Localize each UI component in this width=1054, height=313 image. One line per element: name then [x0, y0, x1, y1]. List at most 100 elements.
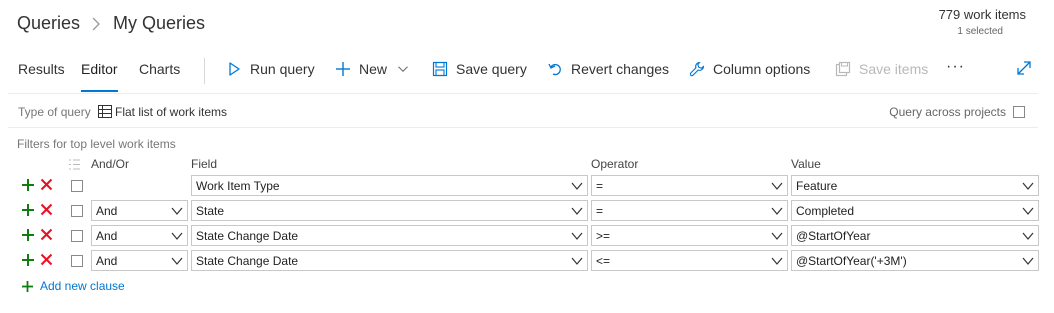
- flat-list-icon[interactable]: [98, 105, 112, 118]
- field-column-header: Field: [191, 157, 218, 171]
- clause-checkbox[interactable]: [71, 230, 83, 242]
- value-value: Feature: [796, 179, 838, 193]
- expand-icon[interactable]: [1016, 60, 1032, 76]
- andor-dropdown[interactable]: And: [91, 250, 188, 271]
- field-value: State Change Date: [196, 254, 299, 268]
- play-icon: [229, 62, 240, 76]
- plus-icon: [336, 62, 350, 76]
- clause-checkbox[interactable]: [71, 205, 83, 217]
- plus-icon: [22, 280, 33, 292]
- more-options-button[interactable]: ···: [946, 58, 965, 76]
- query-type-dropdown[interactable]: Flat list of work items: [115, 105, 227, 119]
- value-value: Completed: [796, 204, 855, 218]
- save-icon: [432, 61, 448, 77]
- operator-value: >=: [596, 229, 611, 243]
- undo-icon: [548, 63, 561, 76]
- chevron-down-icon: [1022, 182, 1034, 190]
- value-dropdown[interactable]: @StartOfYear: [791, 225, 1039, 246]
- work-item-count: 779 work items: [938, 7, 1026, 22]
- field-dropdown[interactable]: State Change Date: [191, 250, 588, 271]
- run-query-button[interactable]: Run query: [226, 61, 315, 77]
- clause-row: And State = Completed: [0, 200, 1054, 222]
- value-column-header: Value: [791, 157, 821, 171]
- chevron-down-icon: [571, 207, 583, 215]
- tab-results[interactable]: Results: [18, 61, 65, 91]
- add-new-clause-button[interactable]: Add new clause: [21, 279, 125, 293]
- andor-value: And: [96, 204, 118, 218]
- chevron-down-icon: [771, 257, 783, 265]
- operator-value: =: [596, 179, 604, 193]
- filters-label: Filters for top level work items: [17, 137, 176, 151]
- field-value: State: [196, 204, 225, 218]
- save-items-label: Save items: [859, 61, 929, 77]
- andor-dropdown[interactable]: And: [91, 225, 188, 246]
- delete-clause-icon[interactable]: [40, 203, 53, 216]
- field-value: State Change Date: [196, 229, 299, 243]
- chevron-down-icon: [171, 232, 183, 240]
- delete-clause-icon[interactable]: [40, 228, 53, 241]
- column-options-button[interactable]: Column options: [689, 61, 810, 77]
- value-value: @StartOfYear('+3M'): [796, 254, 907, 268]
- column-options-label: Column options: [713, 61, 811, 77]
- clause-checkbox[interactable]: [71, 255, 83, 267]
- value-dropdown[interactable]: Completed: [791, 200, 1039, 221]
- page-title[interactable]: My Queries: [113, 13, 205, 34]
- new-button[interactable]: New: [335, 61, 411, 77]
- chevron-down-icon: [571, 232, 583, 240]
- operator-dropdown[interactable]: =: [591, 175, 788, 196]
- value-value: @StartOfYear: [796, 229, 871, 243]
- field-dropdown[interactable]: State Change Date: [191, 225, 588, 246]
- toolbar-separator: [8, 93, 1038, 94]
- value-dropdown[interactable]: Feature: [791, 175, 1039, 196]
- operator-dropdown[interactable]: >=: [591, 225, 788, 246]
- tab-charts[interactable]: Charts: [139, 61, 180, 91]
- save-items-button[interactable]: Save items: [835, 61, 928, 77]
- revert-changes-button[interactable]: Revert changes: [547, 61, 669, 77]
- wrench-icon: [689, 61, 705, 77]
- chevron-down-icon: [171, 207, 183, 215]
- field-dropdown[interactable]: Work Item Type: [191, 175, 588, 196]
- field-value: Work Item Type: [196, 179, 280, 193]
- add-clause-row-icon[interactable]: [21, 228, 35, 242]
- chevron-down-icon: [771, 207, 783, 215]
- andor-value: And: [96, 229, 118, 243]
- operator-value: =: [596, 204, 604, 218]
- query-type-separator: [8, 127, 1038, 128]
- andor-value: And: [96, 254, 118, 268]
- andor-column-header: And/Or: [91, 157, 130, 171]
- query-type-label: Type of query: [18, 105, 91, 119]
- add-clause-row-icon[interactable]: [21, 203, 35, 217]
- selected-count: 1 selected: [957, 26, 1003, 37]
- save-query-label: Save query: [456, 61, 527, 77]
- operator-dropdown[interactable]: =: [591, 200, 788, 221]
- chevron-down-icon: [571, 182, 583, 190]
- clause-row: And State Change Date <= @StartOfYear('+…: [0, 250, 1054, 272]
- delete-clause-icon[interactable]: [40, 253, 53, 266]
- add-clause-row-icon[interactable]: [21, 253, 35, 267]
- andor-dropdown[interactable]: And: [91, 200, 188, 221]
- tab-editor[interactable]: Editor: [81, 61, 118, 92]
- chevron-down-icon: [1022, 207, 1034, 215]
- breadcrumb-root[interactable]: Queries: [17, 13, 80, 34]
- chevron-down-icon: [171, 257, 183, 265]
- clause-row: And State Change Date >= @StartOfYear: [0, 225, 1054, 247]
- field-dropdown[interactable]: State: [191, 200, 588, 221]
- operator-column-header: Operator: [591, 157, 639, 171]
- query-across-projects-label: Query across projects: [889, 105, 1006, 119]
- delete-clause-icon[interactable]: [40, 178, 53, 191]
- operator-value: <=: [596, 254, 611, 268]
- value-dropdown[interactable]: @StartOfYear('+3M'): [791, 250, 1039, 271]
- query-across-projects-checkbox[interactable]: [1013, 106, 1025, 118]
- chevron-down-icon: [1022, 232, 1034, 240]
- revert-changes-label: Revert changes: [571, 61, 670, 77]
- run-query-label: Run query: [250, 61, 315, 77]
- add-new-clause-label: Add new clause: [40, 279, 125, 293]
- save-query-button[interactable]: Save query: [432, 61, 527, 77]
- clause-row: Work Item Type = Feature: [0, 175, 1054, 197]
- group-clauses-icon[interactable]: [68, 158, 81, 171]
- add-clause-row-icon[interactable]: [21, 178, 35, 192]
- clause-checkbox[interactable]: [71, 180, 83, 192]
- operator-dropdown[interactable]: <=: [591, 250, 788, 271]
- new-label: New: [359, 61, 388, 77]
- toolbar: Results Editor Charts Run query New Save…: [0, 52, 1054, 92]
